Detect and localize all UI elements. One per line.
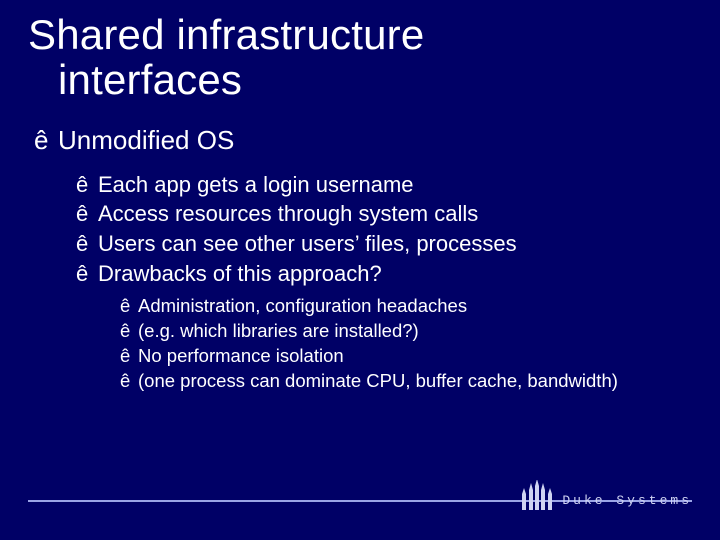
bullet-glyph: ê [120,344,138,369]
level3-text: Administration, configuration headaches [138,294,467,319]
slide-title: Shared infrastructure interfaces [28,12,692,103]
level3-text: (one process can dominate CPU, buffer ca… [138,369,618,394]
level2-text: Access resources through system calls [98,199,478,229]
list-item: ê Administration, configuration headache… [120,294,692,319]
bullet-level1: êUnmodified OS [34,125,692,156]
level1-text: Unmodified OS [58,125,234,155]
bullet-glyph: ê [120,369,138,394]
bullet-glyph: ê [120,294,138,319]
list-item: ê Users can see other users’ files, proc… [76,229,692,259]
bullet-glyph: ê [76,229,98,259]
bullet-glyph: ê [120,319,138,344]
brand: Duke Systems [520,480,692,510]
list-item: ê Each app gets a login username [76,170,692,200]
level2-text: Each app gets a login username [98,170,414,200]
bullet-glyph: ê [34,125,58,156]
list-item: ê Access resources through system calls [76,199,692,229]
bullet-level3-group: ê Administration, configuration headache… [120,294,692,394]
list-item: ê (one process can dominate CPU, buffer … [120,369,692,394]
slide: Shared infrastructure interfaces êUnmodi… [0,0,720,540]
level3-text: No performance isolation [138,344,344,369]
title-line-2: interfaces [28,57,692,102]
list-item: ê No performance isolation [120,344,692,369]
title-line-1: Shared infrastructure [28,11,424,58]
bullet-glyph: ê [76,259,98,289]
level3-text: (e.g. which libraries are installed?) [138,319,419,344]
bullet-glyph: ê [76,170,98,200]
list-item: ê Drawbacks of this approach? [76,259,692,289]
slide-footer: Duke Systems [28,500,692,510]
bullet-glyph: ê [76,199,98,229]
bullet-level2-group: ê Each app gets a login username ê Acces… [76,170,692,289]
level2-text: Users can see other users’ files, proces… [98,229,517,259]
list-item: ê (e.g. which libraries are installed?) [120,319,692,344]
brand-text: Duke Systems [562,493,692,510]
level2-text: Drawbacks of this approach? [98,259,382,289]
duke-chapel-icon [520,480,554,510]
